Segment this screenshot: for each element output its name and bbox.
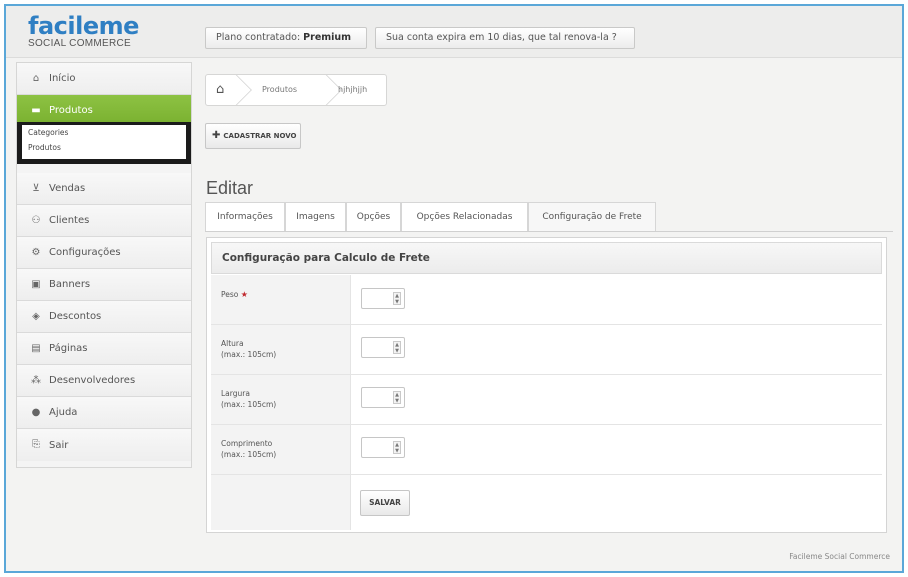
breadcrumb-item-current: hjhjhjjh bbox=[338, 85, 368, 94]
comprimento-hint: (max.: 105cm) bbox=[221, 450, 277, 459]
sidebar-item-label: Início bbox=[49, 73, 76, 84]
tab-imagens[interactable]: Imagens bbox=[285, 202, 346, 231]
breadcrumb: ⌂ Produtos hjhjhjjh bbox=[205, 74, 387, 106]
sidebar-item-label: Desenvolvedores bbox=[49, 375, 136, 386]
tab-bar: Informações Imagens Opções Opções Relaci… bbox=[205, 202, 893, 232]
comprimento-input[interactable]: ▲ ▼ bbox=[361, 437, 405, 458]
tab-opcoes-relacionadas[interactable]: Opções Relacionadas bbox=[401, 202, 528, 231]
plan-button[interactable]: Plano contratado: Premium bbox=[205, 27, 367, 49]
app-window: facileme SOCIAL COMMERCE Plano contratad… bbox=[4, 4, 904, 573]
save-button[interactable]: SALVAR bbox=[360, 490, 410, 516]
largura-label-text: Largura bbox=[221, 389, 250, 398]
logout-icon: ⎘ bbox=[32, 439, 40, 450]
home-icon: ⌂ bbox=[32, 72, 40, 84]
comprimento-label: Comprimento (max.: 105cm) bbox=[221, 438, 276, 460]
sidebar-item-label: Configurações bbox=[49, 247, 121, 258]
peso-input[interactable]: ▲ ▼ bbox=[361, 288, 405, 309]
sidebar-item-ajuda[interactable]: ● Ajuda bbox=[17, 397, 191, 429]
altura-input[interactable]: ▲ ▼ bbox=[361, 337, 405, 358]
shipping-config-panel: Configuração para Calculo de Frete Peso … bbox=[206, 237, 887, 533]
sitemap-icon: ⁂ bbox=[31, 374, 41, 386]
sidebar-item-label: Descontos bbox=[49, 311, 102, 322]
folder-icon: ▬ bbox=[31, 104, 41, 116]
sidebar-item-desenvolvedores[interactable]: ⁂ Desenvolvedores bbox=[17, 365, 191, 397]
spinner-arrows-icon[interactable]: ▲ ▼ bbox=[393, 391, 401, 404]
footer-credit: Facileme Social Commerce bbox=[789, 552, 890, 561]
field-row-peso: Peso ★ ▲ ▼ bbox=[211, 275, 882, 325]
sidebar-item-paginas[interactable]: ▤ Páginas bbox=[17, 333, 191, 365]
actions-row bbox=[211, 475, 882, 530]
logo[interactable]: facileme SOCIAL COMMERCE bbox=[28, 14, 139, 49]
sidebar-item-label: Vendas bbox=[49, 183, 86, 194]
logo-name: facileme bbox=[28, 12, 139, 40]
altura-label: Altura (max.: 105cm) bbox=[221, 338, 276, 360]
tab-informacoes[interactable]: Informações bbox=[205, 202, 285, 231]
tab-configuracao-frete[interactable]: Configuração de Frete bbox=[528, 202, 656, 231]
cogs-icon: ⚙ bbox=[31, 246, 41, 258]
sidebar-item-label: Produtos bbox=[49, 105, 93, 116]
cart-icon: ⊻ bbox=[32, 182, 40, 194]
altura-label-text: Altura bbox=[221, 339, 244, 348]
plus-icon: ✚ bbox=[212, 130, 221, 141]
submenu-item-produtos[interactable]: Produtos bbox=[22, 140, 186, 155]
image-icon: ▣ bbox=[31, 278, 41, 290]
logo-tagline: SOCIAL COMMERCE bbox=[28, 38, 132, 49]
altura-hint: (max.: 105cm) bbox=[221, 350, 277, 359]
largura-hint: (max.: 105cm) bbox=[221, 400, 277, 409]
sidebar-item-label: Ajuda bbox=[49, 407, 78, 418]
sidebar-item-descontos[interactable]: ◈ Descontos bbox=[17, 301, 191, 333]
field-row-comprimento: Comprimento (max.: 105cm) ▲ ▼ bbox=[211, 425, 882, 475]
sidebar-item-label: Clientes bbox=[49, 215, 90, 226]
comprimento-label-text: Comprimento bbox=[221, 439, 273, 448]
sidebar-item-sair[interactable]: ⎘ Sair bbox=[17, 429, 191, 461]
sidebar-item-banners[interactable]: ▣ Banners bbox=[17, 269, 191, 301]
top-header: facileme SOCIAL COMMERCE Plano contratad… bbox=[6, 6, 902, 58]
help-icon: ● bbox=[31, 406, 41, 418]
page-icon: ▤ bbox=[31, 342, 41, 354]
peso-label-text: Peso bbox=[221, 290, 239, 299]
spinner-arrows-icon[interactable]: ▲ ▼ bbox=[393, 292, 401, 305]
field-row-largura: Largura (max.: 105cm) ▲ ▼ bbox=[211, 375, 882, 425]
spinner-arrows-icon[interactable]: ▲ ▼ bbox=[393, 341, 401, 354]
renew-notice-button[interactable]: Sua conta expira em 10 dias, que tal ren… bbox=[375, 27, 635, 49]
peso-label: Peso ★ bbox=[221, 289, 248, 300]
users-icon: ⚇ bbox=[31, 214, 41, 226]
plan-label: Plano contratado: bbox=[216, 32, 304, 43]
page-title: Editar bbox=[206, 178, 254, 198]
required-star-icon: ★ bbox=[240, 290, 248, 299]
add-new-button[interactable]: ✚ CADASTRAR NOVO bbox=[205, 123, 301, 149]
breadcrumb-separator bbox=[308, 75, 342, 105]
sidebar: ⌂ Início ▬ Produtos Categories Produtos ⊻ V… bbox=[16, 62, 192, 468]
sidebar-item-clientes[interactable]: ⚇ Clientes bbox=[17, 205, 191, 237]
sidebar-item-label: Páginas bbox=[49, 343, 88, 354]
tab-opcoes[interactable]: Opções bbox=[346, 202, 401, 231]
largura-input[interactable]: ▲ ▼ bbox=[361, 387, 405, 408]
tag-icon: ◈ bbox=[32, 310, 40, 322]
sidebar-item-label: Sair bbox=[49, 439, 69, 451]
add-new-label: CADASTRAR NOVO bbox=[223, 132, 297, 140]
label-cell bbox=[211, 475, 351, 530]
field-row-altura: Altura (max.: 105cm) ▲ ▼ bbox=[211, 325, 882, 375]
sidebar-item-vendas[interactable]: ⊻ Vendas bbox=[17, 173, 191, 205]
breadcrumb-item-produtos[interactable]: Produtos bbox=[262, 75, 297, 105]
submenu-item-categories[interactable]: Categories bbox=[22, 125, 186, 140]
sidebar-item-inicio[interactable]: ⌂ Início bbox=[17, 63, 191, 95]
plan-value: Premium bbox=[303, 32, 352, 43]
sidebar-item-configuracoes[interactable]: ⚙ Configurações bbox=[17, 237, 191, 269]
panel-heading: Configuração para Calculo de Frete bbox=[211, 242, 882, 274]
sidebar-item-label: Banners bbox=[49, 279, 91, 290]
largura-label: Largura (max.: 105cm) bbox=[221, 388, 276, 410]
produtos-submenu: Categories Produtos bbox=[17, 122, 191, 164]
spinner-arrows-icon[interactable]: ▲ ▼ bbox=[393, 441, 401, 454]
